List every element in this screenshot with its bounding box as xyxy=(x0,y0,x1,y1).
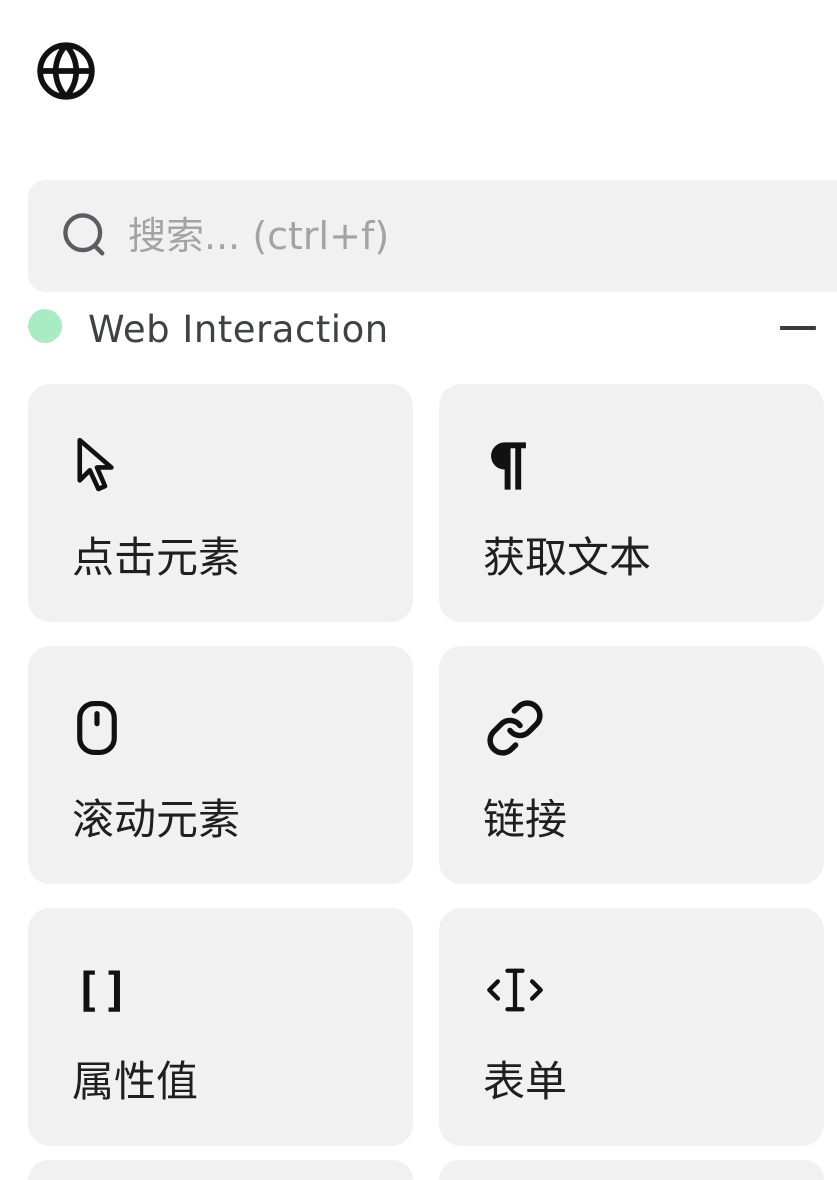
card-label: 属性值 xyxy=(72,1057,199,1106)
section-header-web-interaction[interactable]: Web Interaction xyxy=(28,300,828,358)
link-icon xyxy=(485,698,545,758)
card-label: 滚动元素 xyxy=(72,795,241,844)
card-label: 表单 xyxy=(483,1057,568,1106)
card-label: 获取文本 xyxy=(483,533,652,582)
card-attribute-value[interactable]: [] 属性值 xyxy=(28,908,413,1146)
card-link[interactable]: 链接 xyxy=(439,646,824,884)
card-label: 点击元素 xyxy=(72,533,241,582)
section-color-dot xyxy=(28,309,62,343)
card-get-text[interactable]: 获取文本 xyxy=(439,384,824,622)
section-title: Web Interaction xyxy=(88,307,389,351)
collapse-icon[interactable] xyxy=(780,326,816,330)
text-cursor-input-icon xyxy=(485,960,545,1020)
card-next-row-left[interactable] xyxy=(28,1160,413,1180)
globe-button[interactable] xyxy=(33,38,99,104)
card-click-element[interactable]: 点击元素 xyxy=(28,384,413,622)
card-form[interactable]: 表单 xyxy=(439,908,824,1146)
globe-icon xyxy=(37,42,95,100)
cursor-icon xyxy=(74,436,134,496)
search-icon xyxy=(54,204,118,268)
search-input[interactable] xyxy=(128,214,768,258)
card-next-row-right[interactable] xyxy=(439,1160,824,1180)
brackets-icon: [] xyxy=(74,963,130,1017)
search-box[interactable] xyxy=(28,180,837,292)
mouse-icon xyxy=(74,698,134,758)
card-label: 链接 xyxy=(483,795,568,844)
card-scroll-element[interactable]: 滚动元素 xyxy=(28,646,413,884)
pilcrow-icon xyxy=(485,436,545,496)
